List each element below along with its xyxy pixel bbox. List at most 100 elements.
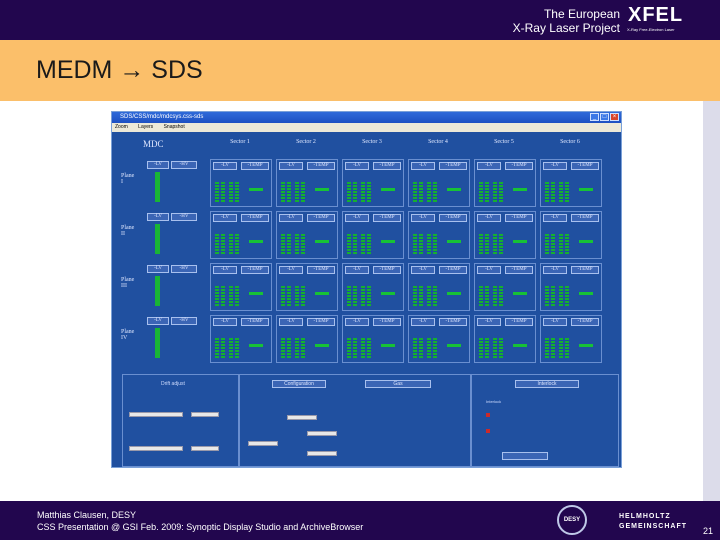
cell-bar bbox=[367, 234, 371, 254]
cell-lv-button[interactable]: -LV bbox=[345, 266, 369, 274]
sector-header: Sector 4 bbox=[428, 139, 448, 145]
setup-interlock-button[interactable] bbox=[502, 452, 548, 460]
cell-temp-button[interactable]: -TEMP bbox=[241, 318, 269, 326]
cell-bar bbox=[347, 338, 351, 358]
config-field-4[interactable] bbox=[307, 451, 337, 456]
desy-logo: DESY bbox=[557, 505, 587, 535]
cell-bar bbox=[485, 338, 489, 358]
cell-temp-indicator bbox=[579, 240, 593, 243]
cell-lv-button[interactable]: -LV bbox=[213, 214, 237, 222]
cell-bar bbox=[427, 286, 431, 306]
interlock-button[interactable]: Interlock bbox=[515, 380, 579, 388]
cell-temp-button[interactable]: -TEMP bbox=[439, 214, 467, 222]
cell-bar bbox=[367, 182, 371, 202]
plane-lv-button[interactable]: -LV bbox=[147, 317, 169, 325]
sector-header: Sector 5 bbox=[494, 139, 514, 145]
plane-hv-button[interactable]: -HV bbox=[171, 317, 197, 325]
cell-lv-button[interactable]: -LV bbox=[345, 318, 369, 326]
plane-hv-button[interactable]: -HV bbox=[171, 161, 197, 169]
minimize-icon[interactable]: _ bbox=[590, 113, 599, 121]
slider-3[interactable] bbox=[129, 446, 183, 451]
menu-zoom[interactable]: Zoom bbox=[115, 124, 128, 130]
cell-lv-button[interactable]: -LV bbox=[279, 214, 303, 222]
menu-layers[interactable]: Layers bbox=[138, 124, 153, 130]
cell-temp-button[interactable]: -TEMP bbox=[241, 162, 269, 170]
slider-2[interactable] bbox=[191, 412, 219, 417]
cell-lv-button[interactable]: -LV bbox=[213, 318, 237, 326]
cell-temp-button[interactable]: -TEMP bbox=[439, 266, 467, 274]
plane-lv-button[interactable]: -LV bbox=[147, 161, 169, 169]
cell-temp-button[interactable]: -TEMP bbox=[505, 318, 533, 326]
cell-lv-button[interactable]: -LV bbox=[543, 162, 567, 170]
cell-lv-button[interactable]: -LV bbox=[477, 266, 501, 274]
cell-temp-button[interactable]: -TEMP bbox=[373, 214, 401, 222]
cell-lv-button[interactable]: -LV bbox=[543, 318, 567, 326]
sector-header: Sector 1 bbox=[230, 139, 250, 145]
cell-bar bbox=[433, 234, 437, 254]
config-field-2[interactable] bbox=[248, 441, 278, 446]
cell-temp-button[interactable]: -TEMP bbox=[571, 214, 599, 222]
cell-temp-button[interactable]: -TEMP bbox=[505, 266, 533, 274]
cell-temp-button[interactable]: -TEMP bbox=[439, 318, 467, 326]
cell-temp-button[interactable]: -TEMP bbox=[505, 214, 533, 222]
cell-temp-button[interactable]: -TEMP bbox=[241, 214, 269, 222]
cell-bar bbox=[301, 182, 305, 202]
cell-bar bbox=[229, 182, 233, 202]
cell-temp-button[interactable]: -TEMP bbox=[571, 162, 599, 170]
cell-lv-button[interactable]: -LV bbox=[477, 318, 501, 326]
cell-bar bbox=[551, 234, 555, 254]
cell-temp-button[interactable]: -TEMP bbox=[439, 162, 467, 170]
cell-bar bbox=[287, 182, 291, 202]
cell-bar bbox=[499, 338, 503, 358]
config-field-1[interactable] bbox=[287, 415, 317, 420]
sector-cell: -LV -TEMP bbox=[474, 159, 536, 207]
cell-temp-button[interactable]: -TEMP bbox=[373, 318, 401, 326]
cell-bar bbox=[301, 338, 305, 358]
cell-lv-button[interactable]: -LV bbox=[543, 266, 567, 274]
cell-lv-button[interactable]: -LV bbox=[279, 162, 303, 170]
config-field-3[interactable] bbox=[307, 431, 337, 436]
plane-level-bar bbox=[155, 224, 160, 254]
cell-temp-button[interactable]: -TEMP bbox=[241, 266, 269, 274]
cell-lv-button[interactable]: -LV bbox=[213, 162, 237, 170]
cell-temp-button[interactable]: -TEMP bbox=[505, 162, 533, 170]
cell-temp-button[interactable]: -TEMP bbox=[571, 266, 599, 274]
cell-temp-button[interactable]: -TEMP bbox=[571, 318, 599, 326]
cell-temp-button[interactable]: -TEMP bbox=[307, 162, 335, 170]
footer-event: CSS Presentation @ GSI Feb. 2009: Synopt… bbox=[37, 522, 364, 532]
close-icon[interactable]: × bbox=[610, 113, 619, 121]
cell-lv-button[interactable]: -LV bbox=[279, 266, 303, 274]
menu-snapshot[interactable]: Snapshot bbox=[164, 124, 185, 130]
slider-1[interactable] bbox=[129, 412, 183, 417]
cell-lv-button[interactable]: -LV bbox=[411, 214, 435, 222]
plane-hv-button[interactable]: -HV bbox=[171, 213, 197, 221]
cell-bar bbox=[221, 286, 225, 306]
cell-temp-button[interactable]: -TEMP bbox=[307, 266, 335, 274]
cell-lv-button[interactable]: -LV bbox=[213, 266, 237, 274]
cell-lv-button[interactable]: -LV bbox=[411, 318, 435, 326]
cell-lv-button[interactable]: -LV bbox=[477, 214, 501, 222]
cell-lv-button[interactable]: -LV bbox=[345, 162, 369, 170]
cell-temp-button[interactable]: -TEMP bbox=[373, 266, 401, 274]
gas-button[interactable]: Gas bbox=[365, 380, 431, 388]
cell-temp-button[interactable]: -TEMP bbox=[373, 162, 401, 170]
cell-temp-indicator bbox=[513, 344, 527, 347]
plane-hv-button[interactable]: -HV bbox=[171, 265, 197, 273]
cell-temp-button[interactable]: -TEMP bbox=[307, 318, 335, 326]
maximize-icon[interactable]: □ bbox=[600, 113, 609, 121]
cell-lv-button[interactable]: -LV bbox=[543, 214, 567, 222]
config-button[interactable]: Configuration bbox=[272, 380, 326, 388]
cell-bar bbox=[229, 234, 233, 254]
cell-temp-indicator bbox=[447, 188, 461, 191]
cell-lv-button[interactable]: -LV bbox=[345, 214, 369, 222]
cell-lv-button[interactable]: -LV bbox=[411, 266, 435, 274]
cell-bar bbox=[499, 286, 503, 306]
cell-lv-button[interactable]: -LV bbox=[477, 162, 501, 170]
cell-lv-button[interactable]: -LV bbox=[411, 162, 435, 170]
org-line1: The European bbox=[543, 7, 620, 21]
cell-lv-button[interactable]: -LV bbox=[279, 318, 303, 326]
cell-temp-button[interactable]: -TEMP bbox=[307, 214, 335, 222]
plane-lv-button[interactable]: -LV bbox=[147, 213, 169, 221]
plane-lv-button[interactable]: -LV bbox=[147, 265, 169, 273]
slider-4[interactable] bbox=[191, 446, 219, 451]
